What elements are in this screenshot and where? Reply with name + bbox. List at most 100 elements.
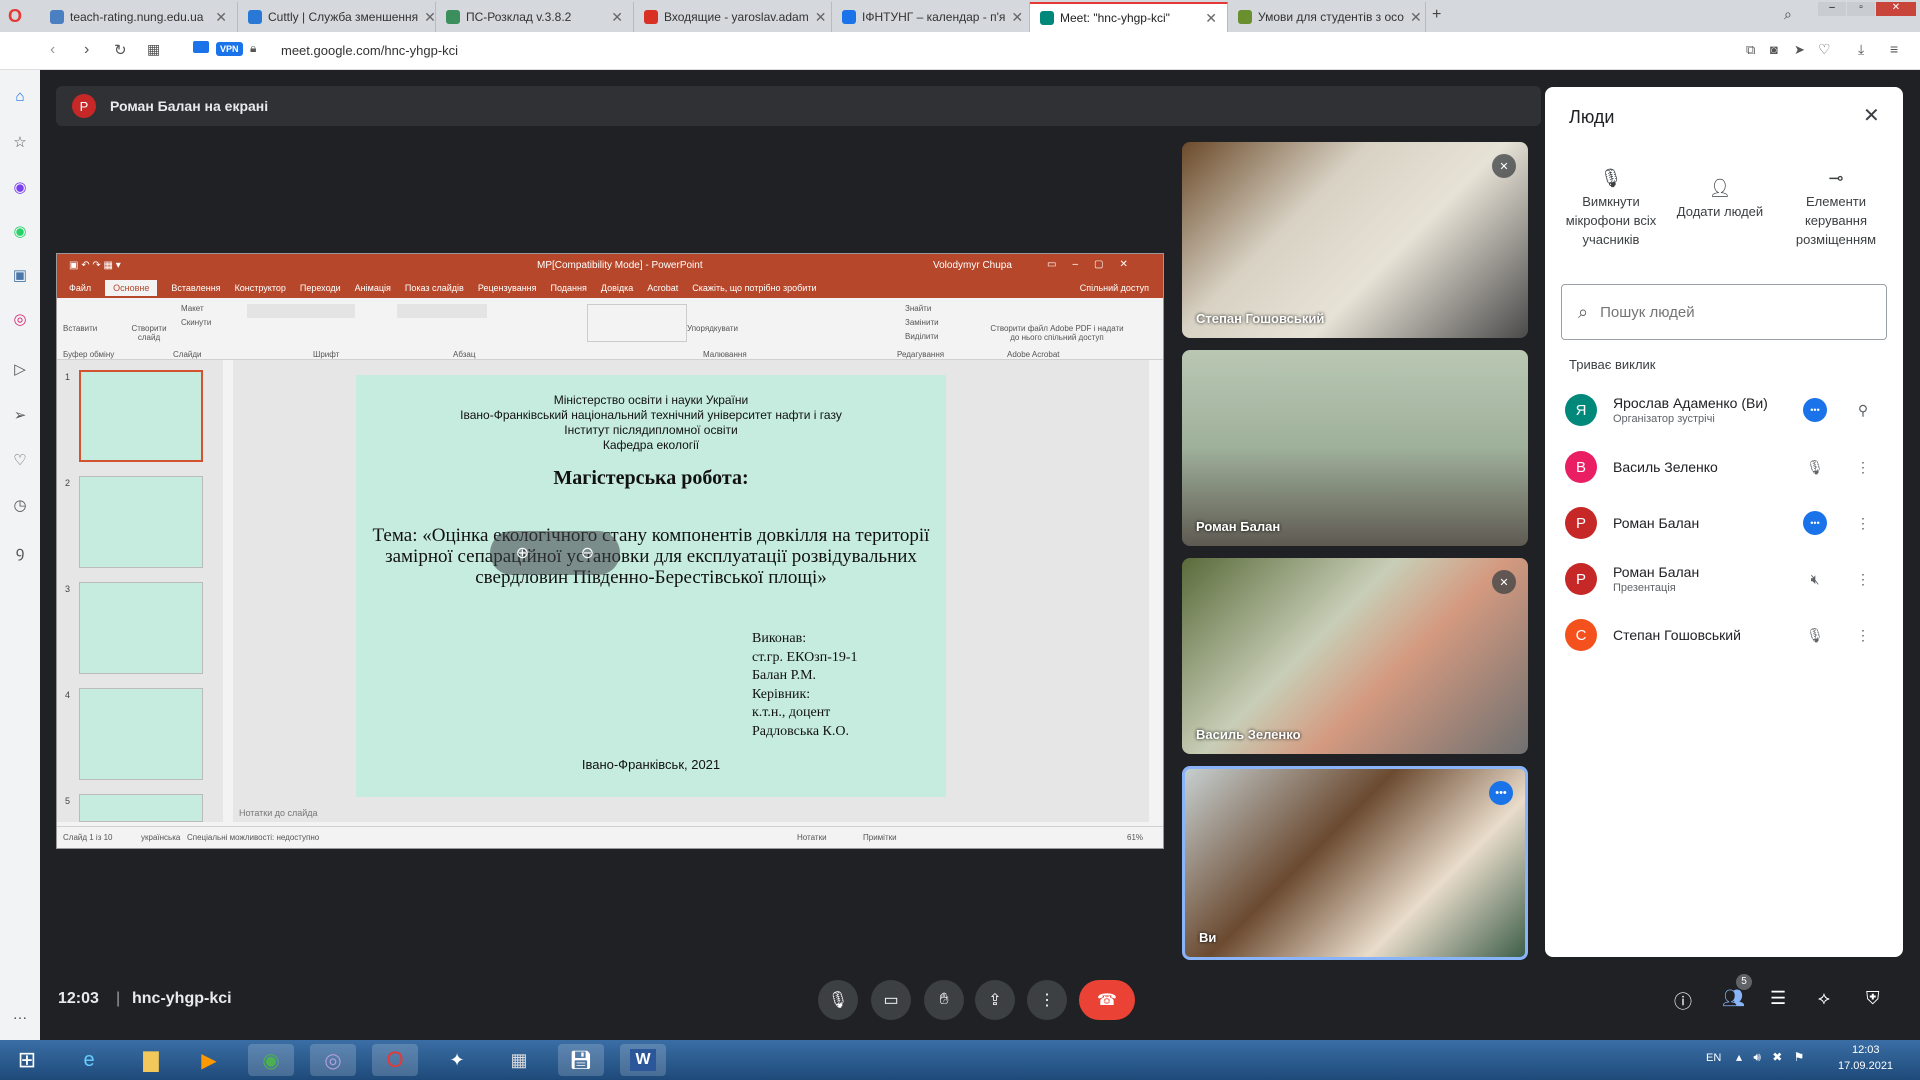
- speed-dial-icon[interactable]: ▦: [147, 41, 160, 58]
- start-button[interactable]: ⊞: [6, 1044, 48, 1076]
- participant-row[interactable]: С Степан Гошовський: [1565, 612, 1885, 658]
- video-tile[interactable]: ✕ Василь Зеленко: [1182, 558, 1528, 754]
- host-controls-button[interactable]: ⊸ Елементи керування розміщенням: [1781, 169, 1891, 249]
- menu-icon[interactable]: ≡: [1890, 41, 1898, 57]
- tell-me-search[interactable]: Скажіть, що потрібно зробити: [692, 283, 816, 293]
- minimize-icon[interactable]: –: [1818, 2, 1846, 16]
- tab-transitions[interactable]: Переходи: [300, 283, 341, 293]
- word-icon[interactable]: W: [620, 1044, 666, 1076]
- new-slide-button[interactable]: Створити слайд: [127, 324, 171, 342]
- search-tabs-icon[interactable]: ⌕: [1784, 6, 1792, 23]
- media-player-icon[interactable]: ▶: [186, 1044, 232, 1076]
- tab-gmail[interactable]: Входящие - yaroslav.adam ✕: [634, 2, 832, 32]
- send-icon[interactable]: ➢: [10, 406, 30, 426]
- close-icon[interactable]: ✕: [424, 9, 435, 26]
- language-indicator[interactable]: EN: [1706, 1052, 1721, 1064]
- mic-button[interactable]: 🎙︎: [818, 980, 858, 1020]
- tab-animation[interactable]: Анімація: [355, 283, 391, 293]
- paste-button[interactable]: Вставити: [63, 324, 97, 333]
- acrobat-create-button[interactable]: Створити файл Adobe PDF і надати до ньог…: [987, 324, 1127, 342]
- notes-placeholder[interactable]: Нотатки до слайда: [239, 808, 318, 818]
- new-tab-icon[interactable]: +: [1432, 6, 1441, 24]
- activities-icon[interactable]: ⟡: [1818, 988, 1830, 1009]
- send-icon[interactable]: ➤: [1794, 42, 1805, 58]
- viber-icon[interactable]: ◎: [310, 1044, 356, 1076]
- tab-design[interactable]: Конструктор: [235, 283, 286, 293]
- comments-button[interactable]: Примітки: [863, 833, 897, 842]
- close-window-icon[interactable]: ✕: [1876, 2, 1916, 16]
- window-controls[interactable]: ▭–▢✕: [1047, 259, 1144, 270]
- video-tile[interactable]: ✕ Степан Гошовський: [1182, 142, 1528, 338]
- info-icon[interactable]: ⓘ: [1674, 988, 1692, 1014]
- zoom-overlay[interactable]: ⊕ ⊖: [490, 531, 620, 575]
- camera-button[interactable]: ▭: [871, 980, 911, 1020]
- replace-button[interactable]: Замінити: [905, 318, 939, 327]
- shapes-gallery[interactable]: [587, 304, 687, 342]
- heart-icon[interactable]: ♡: [1818, 41, 1831, 58]
- forward-icon[interactable]: ›: [84, 41, 89, 59]
- select-button[interactable]: Виділити: [905, 332, 939, 341]
- slide-thumbnail[interactable]: [79, 582, 203, 674]
- find-button[interactable]: Знайти: [905, 304, 931, 313]
- tab-review[interactable]: Рецензування: [478, 283, 537, 293]
- heart-icon[interactable]: ♡: [10, 451, 30, 471]
- player-icon[interactable]: ▷: [10, 360, 30, 380]
- zoom-out-icon[interactable]: ⊖: [581, 543, 594, 563]
- calculator-icon[interactable]: ▦: [496, 1044, 542, 1076]
- raise-hand-button[interactable]: ✋︎: [924, 980, 964, 1020]
- instagram-icon[interactable]: ◎: [10, 310, 30, 330]
- host-controls-icon[interactable]: ⛨: [1866, 988, 1880, 1009]
- zoom-in-icon[interactable]: ⊕: [516, 543, 529, 563]
- vpn-badge[interactable]: VPN: [216, 42, 243, 56]
- close-icon[interactable]: ✕: [1410, 9, 1422, 26]
- close-icon[interactable]: ✕: [1863, 103, 1880, 128]
- app-icon[interactable]: ✦: [434, 1044, 480, 1076]
- tab-teach-rating[interactable]: teach-rating.nung.edu.ua ✕: [40, 2, 238, 32]
- chrome-icon[interactable]: ◉: [248, 1044, 294, 1076]
- participant-row[interactable]: В Василь Зеленко: [1565, 444, 1885, 490]
- home-icon[interactable]: ⌂: [10, 88, 30, 108]
- search-field[interactable]: ⌕: [1561, 284, 1887, 340]
- url-text[interactable]: meet.google.com/hnc-yhgp-kci: [281, 43, 458, 58]
- mute-all-button[interactable]: 🎙︎ Вимкнути мікрофони всіх учасників: [1561, 169, 1661, 249]
- present-button[interactable]: ⇪: [975, 980, 1015, 1020]
- close-icon[interactable]: ✕: [815, 9, 827, 26]
- slide-thumbnail[interactable]: [79, 476, 203, 568]
- share-button[interactable]: Спільний доступ: [1080, 283, 1149, 293]
- notes-button[interactable]: Нотатки: [797, 833, 827, 842]
- paragraph-controls[interactable]: [397, 304, 487, 318]
- save-app-icon[interactable]: 💾︎: [558, 1044, 604, 1076]
- maximize-icon[interactable]: ▫: [1847, 2, 1875, 16]
- ie-icon[interactable]: e: [66, 1044, 112, 1076]
- more-icon[interactable]: …: [10, 1006, 30, 1026]
- add-people-button[interactable]: 👤︎ Додати людей: [1675, 179, 1765, 221]
- tab-acrobat[interactable]: Acrobat: [647, 283, 678, 293]
- video-tile-self[interactable]: ••• Ви: [1182, 766, 1528, 960]
- tab-file[interactable]: Файл: [69, 283, 91, 293]
- slide-thumbnail[interactable]: [79, 794, 203, 822]
- search-input[interactable]: [1600, 303, 1861, 321]
- close-icon[interactable]: ✕: [1205, 10, 1217, 27]
- tab-umovy[interactable]: Умови для студентів з осо ✕: [1228, 2, 1426, 32]
- tray-icons[interactable]: ▴ 🔊︎ ✖ ⚑: [1736, 1050, 1808, 1065]
- tab-ps-rozklad[interactable]: ПС-Розклад v.3.8.2 ✕: [436, 2, 634, 32]
- font-controls[interactable]: [247, 304, 355, 318]
- tab-home[interactable]: Основне: [105, 280, 158, 296]
- pin-icon[interactable]: ⚲: [1851, 398, 1875, 422]
- layout-button[interactable]: Макет: [181, 304, 204, 313]
- history-icon[interactable]: ◷: [10, 496, 30, 516]
- more-options-icon[interactable]: ⋮: [1851, 623, 1875, 647]
- video-tile[interactable]: Роман Балан: [1182, 350, 1528, 546]
- tab-slideshow[interactable]: Показ слайдів: [405, 283, 464, 293]
- tab-calendar[interactable]: ІФНТУНГ – календар - п'я ✕: [832, 2, 1030, 32]
- tab-meet[interactable]: Meet: "hnc-yhgp-kci" ✕: [1030, 2, 1228, 32]
- folder-icon[interactable]: ▇: [128, 1044, 174, 1076]
- screenshot-icon[interactable]: ◙: [1770, 42, 1778, 57]
- more-options-icon[interactable]: ⋮: [1851, 511, 1875, 535]
- more-options-icon[interactable]: ⋮: [1851, 455, 1875, 479]
- reload-icon[interactable]: ↻: [114, 41, 127, 59]
- vk-icon[interactable]: ▣: [10, 266, 30, 286]
- slide-thumbnail[interactable]: [79, 370, 203, 462]
- participant-row[interactable]: Р Роман Балан: [1565, 500, 1885, 546]
- whatsapp-icon[interactable]: ◉: [10, 222, 30, 242]
